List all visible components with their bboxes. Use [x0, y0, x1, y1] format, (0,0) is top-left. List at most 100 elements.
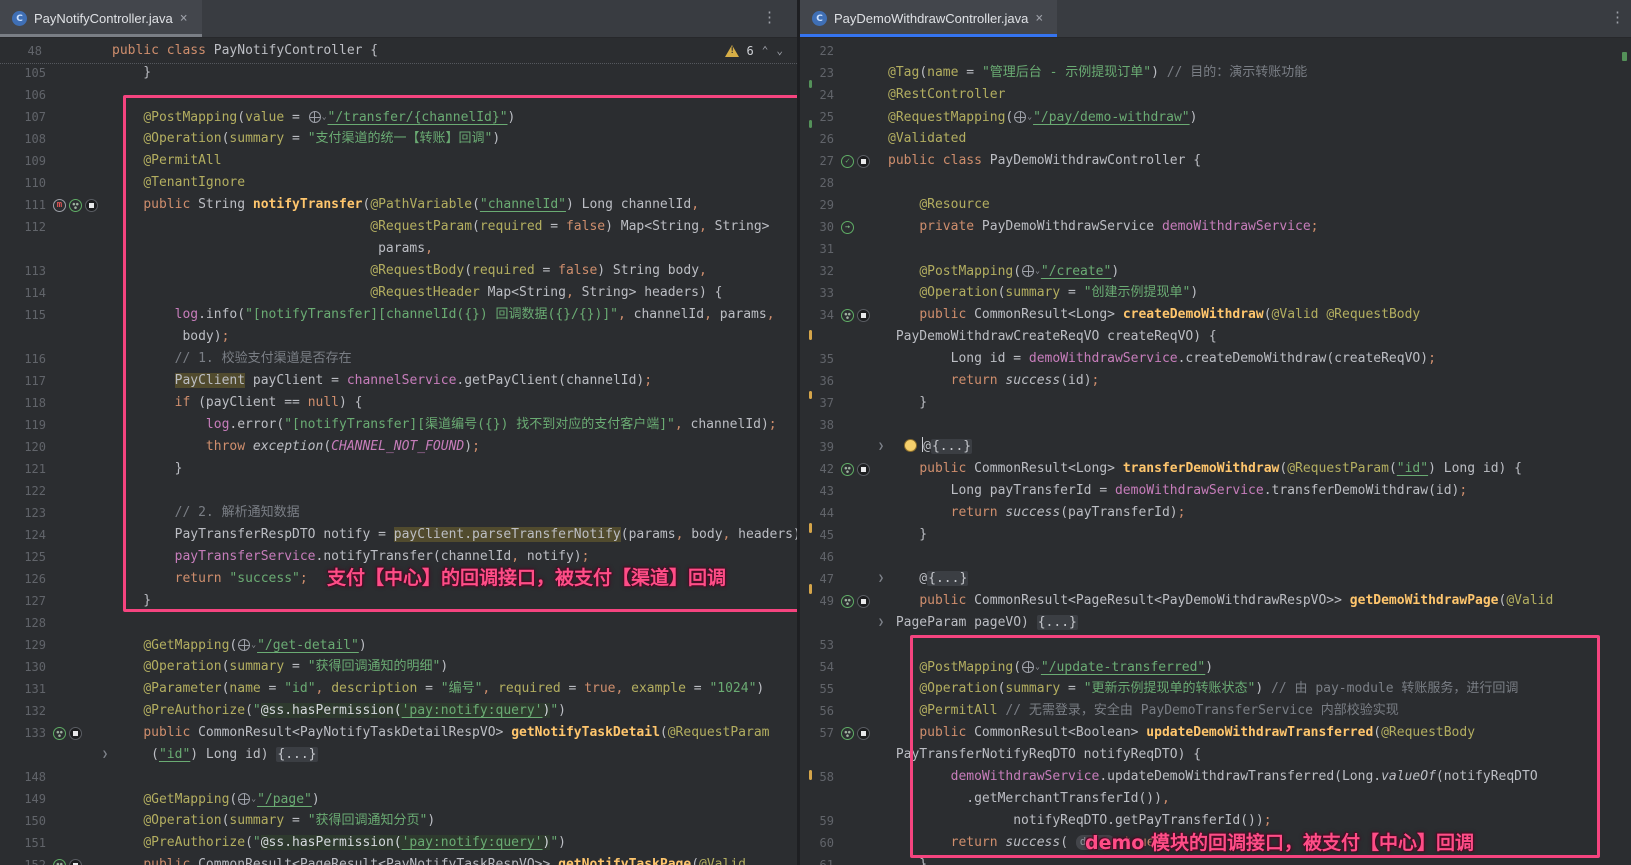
tab-close-icon[interactable]: ×	[1035, 12, 1043, 25]
tab-underline-active	[800, 34, 1057, 37]
line-number: 27	[800, 150, 834, 172]
code-token: }	[888, 395, 927, 410]
gutter: 106	[0, 84, 112, 106]
run-http-request-icon[interactable]	[857, 727, 870, 740]
folded-code-chip[interactable]: {...}	[1037, 615, 1078, 630]
code-token: summary	[1005, 285, 1060, 300]
code-token: @RequestMapping	[888, 110, 1005, 125]
globe-icon[interactable]	[238, 793, 250, 805]
fold-arrow-icon[interactable]: ❯	[874, 436, 888, 458]
run-http-request-icon[interactable]	[85, 199, 98, 212]
line-number: 53	[800, 634, 834, 656]
prev-issue-chevron-icon[interactable]: ⌃	[762, 44, 769, 57]
line-number: 33	[800, 282, 834, 304]
code-line: 110 @TenantIgnore	[0, 172, 797, 194]
api-endpoint-icon[interactable]	[841, 727, 854, 740]
fold-arrow-icon[interactable]: ❯	[874, 612, 888, 634]
line-number: 28	[800, 172, 834, 194]
gutter: 105	[0, 62, 112, 84]
globe-icon[interactable]	[1022, 265, 1034, 277]
gutter: 49	[800, 590, 888, 612]
code-token: (	[112, 747, 159, 762]
code-token: .updateDemoWithdrawTransferred(Long.	[1099, 769, 1381, 784]
method-marker-icon[interactable]: m	[53, 199, 66, 212]
code-token: =	[284, 659, 307, 674]
code-line: 23@Tag(name = "管理后台 - 示例提现订单") // 目的：演示转…	[800, 62, 1631, 84]
run-http-request-icon[interactable]	[857, 595, 870, 608]
code-text: @Operation(summary = "获得回调通知分页")	[112, 810, 797, 832]
code-area-right[interactable]: 2223@Tag(name = "管理后台 - 示例提现订单") // 目的：演…	[800, 40, 1631, 865]
folded-code-chip[interactable]: {...}	[931, 439, 972, 454]
run-success-icon[interactable]: ✓	[841, 155, 854, 168]
api-endpoint-icon[interactable]	[53, 727, 66, 740]
globe-icon[interactable]	[1014, 111, 1026, 123]
code-token: @RestController	[888, 87, 1005, 102]
folded-code-chip[interactable]: {...}	[276, 747, 317, 762]
code-text	[888, 172, 1631, 194]
globe-icon[interactable]	[238, 639, 250, 651]
code-token: "id"	[159, 747, 190, 762]
api-endpoint-icon[interactable]	[841, 595, 854, 608]
code-token: "/page"	[257, 792, 312, 807]
run-http-request-icon[interactable]	[69, 859, 82, 865]
api-endpoint-icon[interactable]	[841, 463, 854, 476]
run-http-request-icon[interactable]	[69, 727, 82, 740]
next-issue-chevron-icon[interactable]: ⌄	[776, 44, 783, 57]
code-token: (	[1389, 461, 1397, 476]
code-text: }	[112, 458, 797, 480]
intention-bulb-icon[interactable]	[904, 439, 917, 452]
api-endpoint-icon[interactable]	[841, 309, 854, 322]
line-number: 128	[0, 612, 46, 634]
code-line: PayTransferNotifyReqDTO notifyReqDTO) {	[800, 744, 1631, 766]
code-token: "success"	[229, 571, 299, 586]
fold-arrow-icon[interactable]: ❯	[874, 568, 888, 590]
editor-options-kebab-icon[interactable]: ⋮	[1610, 8, 1625, 26]
code-token: channelService	[347, 373, 457, 388]
tab-paydemowithdrawcontroller[interactable]: C PayDemoWithdrawController.java ×	[800, 0, 1057, 37]
line-number: 23	[800, 62, 834, 84]
code-line: 123 // 2. 解析通知数据	[0, 502, 797, 524]
code-token: "	[550, 835, 558, 850]
code-token: ,	[618, 307, 626, 322]
fold-arrow-icon[interactable]: ❯	[98, 744, 112, 766]
gutter: 116	[0, 348, 112, 370]
globe-icon[interactable]	[1022, 661, 1034, 673]
bean-navigate-icon[interactable]: →	[841, 221, 854, 234]
api-endpoint-icon[interactable]	[53, 859, 66, 865]
code-token	[888, 660, 919, 675]
gutter: 42	[800, 458, 888, 480]
editor-options-kebab-icon[interactable]: ⋮	[762, 8, 777, 26]
code-line: 46	[800, 546, 1631, 568]
code-token: }	[888, 527, 927, 542]
code-line: 55 @Operation(summary = "更新示例提现单的转账状态") …	[800, 678, 1631, 700]
run-http-request-icon[interactable]	[857, 463, 870, 476]
code-token: PayDemoWithdrawCreateReqVO createReqVO) …	[888, 329, 1217, 344]
folded-code-chip[interactable]: {...}	[927, 571, 968, 586]
run-http-request-icon[interactable]	[857, 155, 870, 168]
code-token	[245, 439, 253, 454]
code-line: 108 @Operation(summary = "支付渠道的统一【转账】回调"…	[0, 128, 797, 150]
tab-paynotifycontroller[interactable]: C PayNotifyController.java ×	[0, 0, 202, 37]
code-text: @Validated	[888, 128, 1631, 150]
run-http-request-icon[interactable]	[857, 309, 870, 322]
code-token: .notifyTransfer(channelId	[316, 549, 512, 564]
code-token: =	[284, 131, 307, 146]
line-number: 59	[800, 810, 834, 832]
gutter: 118	[0, 392, 112, 414]
code-token: (	[472, 197, 480, 212]
code-area-left[interactable]: 105 }106107 @PostMapping(value = ⌄"/tran…	[0, 62, 797, 865]
tab-close-icon[interactable]: ×	[180, 12, 188, 25]
api-endpoint-icon[interactable]	[69, 199, 82, 212]
code-text: @RequestMapping(⌄"/pay/demo-withdraw")	[888, 106, 1631, 128]
code-token	[112, 659, 143, 674]
code-token: (id)	[1060, 373, 1091, 388]
code-line: 30→ private PayDemoWithdrawService demoW…	[800, 216, 1631, 238]
code-token	[888, 373, 951, 388]
code-text: log.error("[notifyTransfer][渠道编号({}) 找不到…	[112, 414, 797, 436]
inspection-widget[interactable]: 6 ⌃ ⌄	[725, 44, 797, 58]
code-token: )	[1190, 110, 1198, 125]
code-token: CommonResult<Boolean>	[966, 725, 1146, 740]
java-class-icon: C	[812, 11, 827, 26]
code-token: )	[1151, 65, 1167, 80]
globe-icon[interactable]	[309, 111, 321, 123]
